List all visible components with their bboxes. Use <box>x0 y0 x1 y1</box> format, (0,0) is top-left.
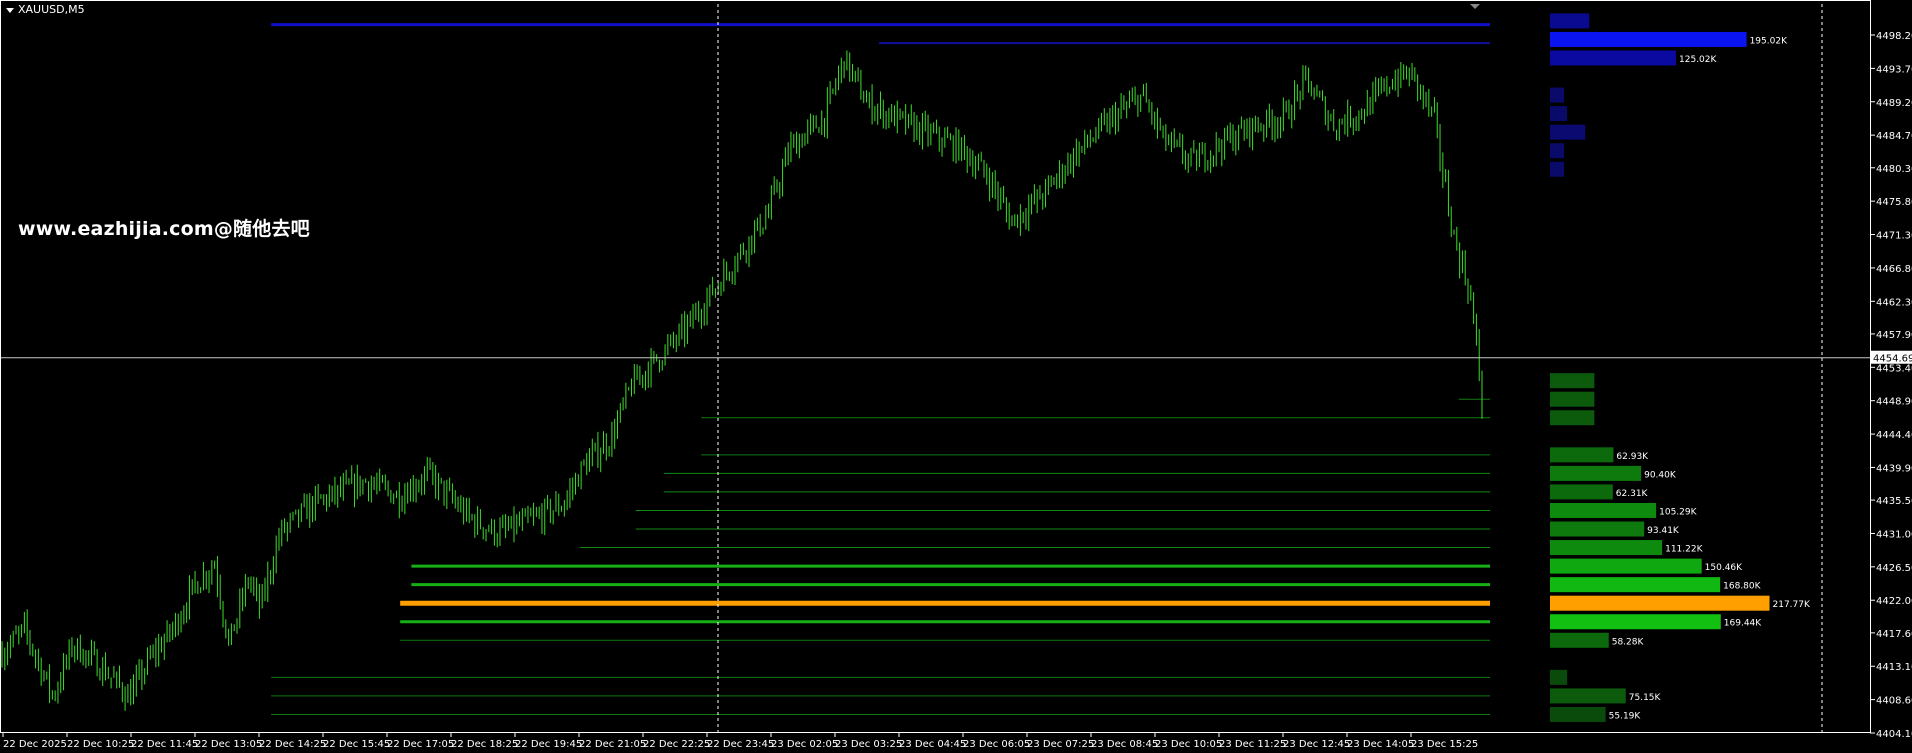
price-tick-label: 4466.80 <box>1876 264 1912 275</box>
time-tick-label: 23 Dec 12:45 <box>1283 739 1350 750</box>
time-tick-label: 23 Dec 10:05 <box>1155 739 1222 750</box>
current-price-label: 4454.69 <box>1873 354 1912 365</box>
volume-bar <box>1550 540 1663 556</box>
time-tick-label: 23 Dec 03:25 <box>835 739 902 750</box>
volume-label: 217.77K <box>1773 600 1811 610</box>
volume-label: 55.19K <box>1609 711 1642 721</box>
time-tick-label: 23 Dec 04:45 <box>899 739 966 750</box>
volume-bar <box>1550 614 1721 630</box>
volume-bar <box>1550 31 1747 47</box>
price-tick-label: 4435.50 <box>1876 496 1912 507</box>
price-tick-label: 4462.30 <box>1876 297 1912 308</box>
volume-label: 111.22K <box>1665 545 1703 555</box>
price-tick-label: 4457.90 <box>1876 330 1912 341</box>
price-tick-label: 4489.20 <box>1876 98 1912 109</box>
volume-bar <box>1550 124 1586 140</box>
time-tick-label: 23 Dec 11:25 <box>1219 739 1286 750</box>
volume-bar <box>1550 632 1609 648</box>
volume-bar <box>1550 484 1613 500</box>
time-tick-label: 22 Dec 18:25 <box>451 739 518 750</box>
price-tick-label: 4498.20 <box>1876 31 1912 42</box>
price-tick-label: 4453.40 <box>1876 363 1912 374</box>
time-tick-label: 23 Dec 02:05 <box>771 739 838 750</box>
price-tick-label: 4471.30 <box>1876 231 1912 242</box>
price-tick-label: 4484.70 <box>1876 131 1912 142</box>
volume-label: 62.93K <box>1616 452 1649 462</box>
volume-bar <box>1550 465 1642 481</box>
time-tick-label: 22 Dec 2025 <box>3 739 67 750</box>
price-tick-label: 4413.10 <box>1876 662 1912 673</box>
volume-bar <box>1550 410 1595 426</box>
volume-bar <box>1550 502 1657 518</box>
volume-bar <box>1550 595 1770 611</box>
volume-label: 150.46K <box>1705 563 1743 573</box>
volume-bar <box>1550 688 1626 704</box>
volume-bar <box>1550 669 1568 685</box>
volume-bar <box>1550 50 1677 66</box>
time-tick-label: 22 Dec 10:25 <box>67 739 134 750</box>
chevron-down-icon[interactable] <box>6 7 14 13</box>
volume-label: 195.02K <box>1750 36 1788 46</box>
time-tick-label: 22 Dec 21:05 <box>579 739 646 750</box>
volume-bar <box>1550 143 1565 159</box>
time-tick-label: 22 Dec 11:45 <box>131 739 198 750</box>
volume-bar <box>1550 521 1645 537</box>
price-tick-label: 4417.60 <box>1876 629 1912 640</box>
volume-label: 169.44K <box>1724 619 1762 629</box>
volume-label: 105.29K <box>1659 507 1697 517</box>
price-tick-label: 4439.90 <box>1876 463 1912 474</box>
volume-label: 62.31K <box>1616 489 1649 499</box>
price-tick-label: 4426.50 <box>1876 563 1912 574</box>
volume-bar <box>1550 106 1568 122</box>
price-tick-label: 4493.70 <box>1876 64 1912 75</box>
time-tick-label: 23 Dec 07:25 <box>1027 739 1094 750</box>
price-tick-label: 4475.80 <box>1876 197 1912 208</box>
volume-label: 90.40K <box>1644 470 1677 480</box>
watermark-text: www.eazhijia.com@随他去吧 <box>18 218 310 240</box>
volume-bar <box>1550 161 1565 177</box>
volume-bar <box>1550 87 1565 103</box>
volume-bar <box>1550 447 1614 463</box>
volume-bar <box>1550 558 1702 574</box>
volume-label: 125.02K <box>1679 55 1717 65</box>
volume-bar <box>1550 706 1606 722</box>
volume-bar <box>1550 13 1590 29</box>
time-tick-label: 22 Dec 22:25 <box>643 739 710 750</box>
time-tick-label: 22 Dec 15:45 <box>323 739 390 750</box>
volume-bar <box>1550 391 1595 407</box>
price-tick-label: 4480.30 <box>1876 164 1912 175</box>
volume-bar <box>1550 373 1595 389</box>
time-tick-label: 23 Dec 08:45 <box>1091 739 1158 750</box>
time-tick-label: 23 Dec 15:25 <box>1411 739 1478 750</box>
volume-label: 168.80K <box>1723 582 1761 592</box>
symbol-label[interactable]: XAUUSD,M5 <box>6 3 85 16</box>
time-tick-label: 23 Dec 14:05 <box>1347 739 1414 750</box>
time-tick-label: 23 Dec 06:05 <box>963 739 1030 750</box>
time-tick-label: 22 Dec 17:05 <box>387 739 454 750</box>
price-tick-label: 4431.00 <box>1876 529 1912 540</box>
volume-bar <box>1550 577 1721 593</box>
time-tick-label: 22 Dec 19:45 <box>515 739 582 750</box>
price-tick-label: 4448.90 <box>1876 397 1912 408</box>
price-tick-label: 4444.40 <box>1876 430 1912 441</box>
time-tick-label: 22 Dec 14:25 <box>259 739 326 750</box>
price-tick-label: 4404.10 <box>1876 729 1912 740</box>
price-tick-label: 4408.60 <box>1876 696 1912 707</box>
price-chart[interactable]: 195.02K 125.02K 62.93K 90.40K 62.31K 105.29K 9… <box>0 0 1912 753</box>
symbol-text: XAUUSD,M5 <box>18 3 85 16</box>
volume-label: 93.41K <box>1647 526 1680 536</box>
volume-label: 58.28K <box>1612 637 1645 647</box>
time-tick-label: 22 Dec 23:45 <box>707 739 774 750</box>
price-tick-label: 4422.00 <box>1876 596 1912 607</box>
volume-label: 75.15K <box>1629 693 1662 703</box>
time-tick-label: 22 Dec 13:05 <box>195 739 262 750</box>
